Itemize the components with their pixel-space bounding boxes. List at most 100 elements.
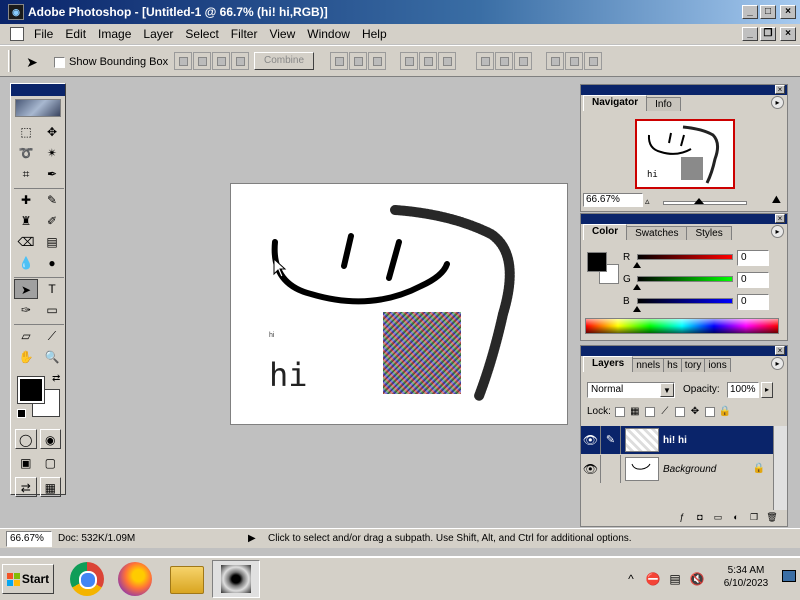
show-desktop-icon[interactable] bbox=[782, 570, 796, 582]
quick-mask-mode-icon[interactable]: ◉ bbox=[39, 429, 61, 449]
red-value-field[interactable]: 0 bbox=[737, 250, 769, 266]
navigator-zoom-field[interactable]: 66.67% bbox=[583, 193, 643, 207]
color-close-button[interactable]: × bbox=[775, 214, 785, 223]
chevron-down-icon[interactable]: ▼ bbox=[660, 383, 674, 397]
magic-wand-tool-icon[interactable]: ✴ bbox=[40, 143, 64, 163]
menu-layer[interactable]: Layer bbox=[137, 25, 179, 43]
layers-menu-icon[interactable]: ▸ bbox=[771, 357, 784, 370]
show-bounding-box-checkbox[interactable]: Show Bounding Box bbox=[54, 56, 168, 68]
imageready-icon[interactable]: ▦ bbox=[39, 477, 61, 497]
navigator-menu-icon[interactable]: ▸ bbox=[771, 96, 784, 109]
standard-mode-icon[interactable]: ◯ bbox=[15, 429, 37, 449]
green-value-field[interactable]: 0 bbox=[737, 272, 769, 288]
blue-slider-knob[interactable] bbox=[633, 306, 641, 312]
distribute-center-icon[interactable] bbox=[565, 52, 583, 70]
exclude-shape-area-icon[interactable] bbox=[231, 52, 249, 70]
checkbox-box[interactable] bbox=[54, 56, 65, 68]
add-shape-area-icon[interactable] bbox=[174, 52, 192, 70]
red-slider-knob[interactable] bbox=[633, 262, 641, 268]
color-foreground-swatch[interactable] bbox=[587, 252, 607, 272]
menu-image[interactable]: Image bbox=[92, 25, 137, 43]
slice-tool-icon[interactable]: ✒ bbox=[40, 164, 64, 184]
opacity-slider-button[interactable]: ▸ bbox=[761, 382, 773, 398]
tab-styles[interactable]: Styles bbox=[686, 226, 732, 240]
document-canvas[interactable]: hi hi bbox=[230, 183, 568, 425]
distribute-top-icon[interactable] bbox=[476, 52, 494, 70]
network-icon[interactable]: ⛔ bbox=[642, 572, 664, 586]
color-menu-icon[interactable]: ▸ bbox=[771, 225, 784, 238]
navigator-close-button[interactable]: × bbox=[775, 85, 785, 94]
shape-tool-icon[interactable]: ▭ bbox=[40, 300, 64, 320]
lock-transparency-checkbox[interactable] bbox=[614, 406, 625, 417]
jump-to-imageready-icon[interactable]: ⇄ bbox=[15, 477, 37, 497]
zoom-slider-knob[interactable] bbox=[694, 198, 704, 204]
opacity-field[interactable]: 100% bbox=[727, 382, 759, 398]
blue-value-field[interactable]: 0 bbox=[737, 294, 769, 310]
toolbox-title-bar[interactable] bbox=[11, 84, 65, 96]
lock-image-checkbox[interactable] bbox=[644, 406, 655, 417]
align-bottom-icon[interactable] bbox=[368, 52, 386, 70]
status-menu-arrow-icon[interactable]: ▶ bbox=[248, 533, 262, 544]
full-screen-mode-icon[interactable]: ▢ bbox=[40, 453, 62, 473]
healing-brush-tool-icon[interactable]: ✚ bbox=[14, 190, 38, 210]
layer-visibility-eye-icon[interactable]: 👁 bbox=[581, 455, 601, 483]
tab-history[interactable]: tory bbox=[680, 358, 706, 372]
doc-minimize-button[interactable]: _ bbox=[742, 27, 758, 41]
menu-file[interactable]: File bbox=[28, 25, 59, 43]
move-tool-icon[interactable]: ✥ bbox=[40, 122, 64, 142]
clone-stamp-tool-icon[interactable]: ♜ bbox=[14, 211, 38, 231]
photoshop-task-button[interactable] bbox=[212, 560, 260, 598]
blue-slider[interactable] bbox=[637, 298, 733, 304]
navigator-title-bar[interactable] bbox=[581, 85, 787, 95]
gradient-tool-icon[interactable]: ▤ bbox=[40, 232, 64, 252]
tab-layers[interactable]: Layers bbox=[583, 356, 634, 372]
brush-tool-icon[interactable]: ✎ bbox=[40, 190, 64, 210]
color-spectrum[interactable] bbox=[585, 318, 779, 334]
distribute-bottom-icon[interactable] bbox=[514, 52, 532, 70]
arrow-tool-icon[interactable]: ➤ bbox=[20, 51, 44, 73]
hand-tool-icon[interactable]: ✋ bbox=[14, 347, 38, 367]
layer-row-background[interactable]: 👁 Background 🔒 bbox=[581, 455, 773, 483]
menu-select[interactable]: Select bbox=[179, 25, 224, 43]
show-hidden-icons-icon[interactable]: ^ bbox=[620, 572, 642, 586]
status-zoom-field[interactable]: 66.67% bbox=[6, 530, 52, 547]
layer-visibility-eye-icon[interactable]: 👁 bbox=[581, 426, 601, 454]
layer-mask-icon[interactable]: ◘ bbox=[693, 512, 707, 524]
tab-actions[interactable]: ions bbox=[704, 358, 731, 372]
tab-paths[interactable]: hs bbox=[663, 358, 682, 372]
tab-color[interactable]: Color bbox=[583, 224, 628, 240]
doc-restore-button[interactable]: ❐ bbox=[760, 27, 776, 41]
clock[interactable]: 5:34 AM 6/10/2023 bbox=[718, 564, 774, 590]
lock-position-checkbox[interactable] bbox=[674, 406, 685, 417]
intersect-shape-area-icon[interactable] bbox=[212, 52, 230, 70]
volume-icon[interactable]: 🔇 bbox=[686, 572, 708, 586]
green-slider-knob[interactable] bbox=[633, 284, 641, 290]
close-button[interactable]: × bbox=[780, 5, 796, 19]
path-selection-tool-icon[interactable]: ➤ bbox=[14, 279, 38, 299]
layer-style-icon[interactable]: ƒ bbox=[675, 512, 689, 524]
align-center-icon[interactable] bbox=[419, 52, 437, 70]
distribute-right-icon[interactable] bbox=[584, 52, 602, 70]
eraser-tool-icon[interactable]: ⌫ bbox=[14, 232, 38, 252]
display-icon[interactable]: ▤ bbox=[664, 572, 686, 586]
zoom-out-icon[interactable]: ▵ bbox=[645, 196, 650, 207]
zoom-in-icon[interactable]: ⛰ bbox=[772, 194, 781, 207]
layer-name[interactable]: Background bbox=[663, 464, 716, 475]
dodge-tool-icon[interactable]: ● bbox=[40, 253, 64, 273]
menu-view[interactable]: View bbox=[263, 25, 301, 43]
adobe-online-icon[interactable] bbox=[15, 99, 61, 117]
minimize-button[interactable]: _ bbox=[742, 5, 758, 19]
tab-navigator[interactable]: Navigator bbox=[583, 95, 648, 111]
green-slider[interactable] bbox=[637, 276, 733, 282]
crop-tool-icon[interactable]: ⌗ bbox=[14, 164, 38, 184]
zoom-tool-icon[interactable]: 🔍 bbox=[40, 347, 64, 367]
tab-channels[interactable]: nnels bbox=[632, 358, 665, 372]
delete-layer-icon[interactable]: 🗑 bbox=[765, 512, 779, 524]
layers-scrollbar[interactable] bbox=[773, 426, 787, 510]
lasso-tool-icon[interactable]: ➰ bbox=[14, 143, 38, 163]
start-button[interactable]: Start bbox=[2, 564, 54, 594]
menu-help[interactable]: Help bbox=[356, 25, 393, 43]
maximize-button[interactable]: □ bbox=[760, 5, 776, 19]
navigator-thumbnail[interactable]: hi bbox=[635, 119, 735, 189]
eyedropper-tool-icon[interactable]: ⟋ bbox=[40, 326, 64, 346]
